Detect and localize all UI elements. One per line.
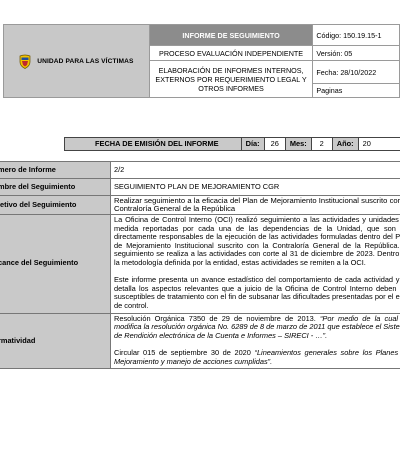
year-value: 20: [362, 139, 371, 148]
scope-label: cance del Seguimiento: [0, 214, 111, 314]
regulation-paragraph: Circular 015 de septiembre 30 de 2020 “L…: [114, 348, 400, 366]
procedure-name: ELABORACIÓN DE INFORMES INTERNOS, EXTERN…: [148, 60, 314, 98]
document-version: Versión: 05: [312, 45, 400, 61]
report-info-table: mero de Informe 2/2 mbre del Seguimiento…: [0, 161, 400, 370]
scope-paragraph: La Oficina de Control Interno (OCI) real…: [114, 215, 400, 267]
objective-label: jetivo del Seguimiento: [0, 195, 111, 215]
tracking-name-label: mbre del Seguimiento: [0, 178, 111, 196]
scope-value: La Oficina de Control Interno (OCI) real…: [110, 214, 400, 314]
document-date: Fecha: 28/10/2022: [312, 60, 400, 84]
regulations-value: Resolución Orgánica 7350 de 29 de noviem…: [110, 312, 400, 370]
month-label: Mes:: [285, 138, 312, 150]
victims-unit-logo: [19, 54, 31, 69]
table-row: jetivo del Seguimiento Realizar seguimie…: [0, 195, 400, 215]
report-number-value: 2/2: [110, 161, 400, 179]
report-title: INFORME DE SEGUIMIENTO: [148, 24, 314, 46]
table-row: mbre del Seguimiento SEGUIMIENTO PLAN DE…: [0, 178, 400, 196]
document-header: UNIDAD PARA LAS VÍCTIMAS INFORME DE SEGU…: [3, 24, 400, 98]
regulation-paragraph: Resolución Orgánica 7350 de 29 de noviem…: [114, 314, 400, 341]
emission-date-bar: FECHA DE EMISIÓN DEL INFORME Día: 26 Mes…: [64, 137, 400, 151]
tracking-name-value: SEGUIMIENTO PLAN DE MEJORAMIENTO CGR: [110, 178, 400, 196]
regulations-label: rmatividad: [0, 312, 111, 370]
pages-label: Paginas: [312, 83, 400, 98]
day-label: Día:: [241, 138, 265, 150]
day-value: 26: [265, 138, 286, 150]
month-value: 2: [312, 138, 333, 150]
emission-date-label: FECHA DE EMISIÓN DEL INFORME: [65, 138, 242, 150]
logo-cell: UNIDAD PARA LAS VÍCTIMAS: [3, 24, 150, 98]
document-code: Código: 150.19.15-1: [312, 24, 400, 46]
scope-paragraph: Este informe presenta un avance estadíst…: [114, 275, 400, 310]
report-number-label: mero de Informe: [0, 161, 111, 179]
table-row: cance del Seguimiento La Oficina de Cont…: [0, 214, 400, 314]
process-name: PROCESO EVALUACIÓN INDEPENDIENTE: [148, 45, 314, 61]
organization-name: UNIDAD PARA LAS VÍCTIMAS: [37, 57, 134, 65]
year-label: Año:: [332, 138, 359, 150]
table-row: mero de Informe 2/2: [0, 161, 400, 179]
objective-value: Realizar seguimiento a la eficacia del P…: [110, 195, 400, 215]
table-row: rmatividad Resolución Orgánica 7350 de 2…: [0, 312, 400, 370]
